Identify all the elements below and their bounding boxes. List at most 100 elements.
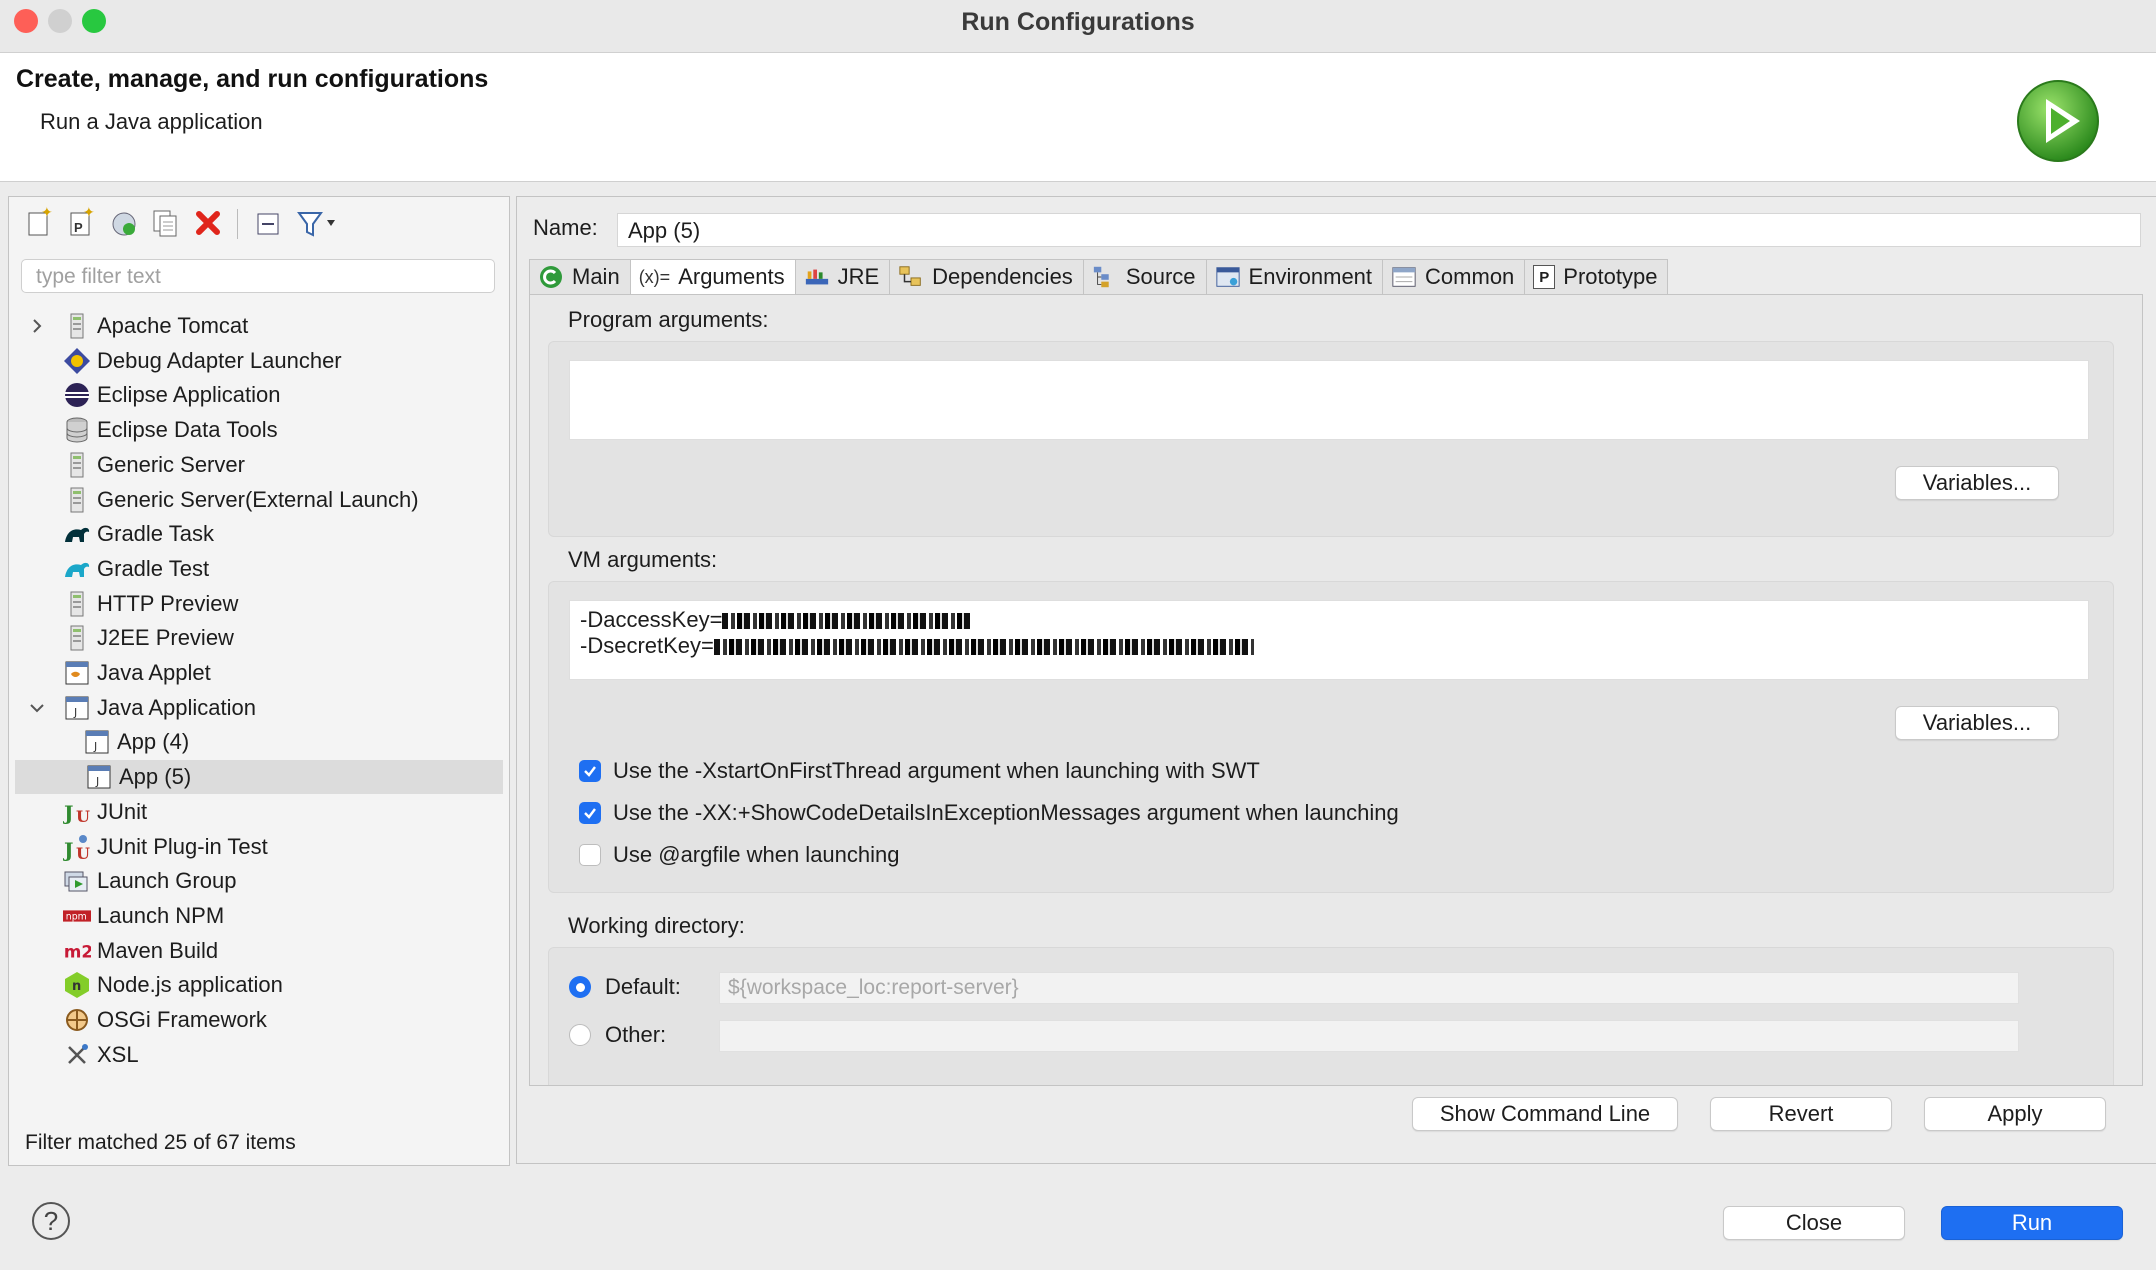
tree-item[interactable]: OSGi Framework [63, 1003, 267, 1037]
delete-icon[interactable] [191, 205, 225, 241]
config-editor-panel: Name: App (5) Main (x)= Arguments JRE Depend… [516, 196, 2156, 1164]
redacted-value [722, 613, 973, 630]
tree-item-label: App (5) [119, 764, 192, 790]
tree-item[interactable]: XSL [63, 1038, 139, 1072]
other-dir-input[interactable] [719, 1020, 2019, 1052]
chevron-right-icon[interactable] [27, 316, 47, 336]
tab-arguments[interactable]: (x)= Arguments [629, 259, 795, 295]
server-icon [63, 451, 91, 479]
checkbox-start-on-first-thread[interactable]: Use the -XstartOnFirstThread argument wh… [579, 756, 1260, 786]
tree-item[interactable]: Launch Group [63, 864, 236, 898]
server-icon [63, 486, 91, 514]
tree-item-label: Debug Adapter Launcher [97, 347, 342, 373]
tree-item[interactable]: Generic Server [63, 448, 245, 482]
tree-item[interactable]: J Java Application [63, 691, 256, 725]
svg-text:U: U [76, 844, 90, 861]
tree-item-label: Node.js application [97, 972, 283, 998]
source-icon [1092, 264, 1118, 290]
run-logo-icon [2017, 80, 2099, 162]
checkbox-checked[interactable] [579, 802, 601, 824]
new-config-icon[interactable]: ✦ [23, 205, 57, 241]
filter-icon[interactable] [293, 205, 339, 241]
tab-dependencies[interactable]: Dependencies [889, 259, 1083, 295]
checkbox-argfile[interactable]: Use @argfile when launching [579, 840, 900, 870]
collapse-all-icon[interactable] [251, 205, 285, 241]
duplicate-icon[interactable] [149, 205, 183, 241]
tree-item[interactable]: J App (4) [83, 725, 189, 759]
tree-item[interactable]: J U JUnit [63, 795, 147, 829]
vm-variables-button[interactable]: Variables... [1895, 706, 2059, 740]
tab-label: JRE [837, 264, 880, 289]
radio-label: Default: [605, 974, 681, 999]
tree-item[interactable]: J App (5) [15, 760, 503, 795]
radio-selected[interactable] [569, 976, 591, 998]
tree-item[interactable]: n Node.js application [63, 968, 283, 1002]
tree-item-label: Generic Server(External Launch) [97, 486, 419, 512]
filter-input[interactable]: type filter text [21, 259, 495, 293]
tree-item[interactable]: Eclipse Application [63, 378, 280, 412]
checkbox-show-code-details[interactable]: Use the -XX:+ShowCodeDetailsInExceptionM… [579, 798, 1399, 828]
run-button[interactable]: Run [1941, 1206, 2123, 1240]
vm-args-label: VM arguments: [568, 547, 718, 572]
help-button[interactable]: ? [32, 1202, 70, 1240]
nodejs-icon: n [63, 971, 91, 999]
window-title: Run Configurations [961, 8, 1195, 36]
tree-item-label: OSGi Framework [97, 1007, 267, 1032]
svg-text:J: J [63, 801, 73, 825]
tree-item[interactable]: Java Applet [63, 656, 211, 690]
npm-icon: npm [63, 902, 91, 930]
tree-item[interactable]: Debug Adapter Launcher [63, 344, 342, 378]
revert-button[interactable]: Revert [1710, 1097, 1892, 1131]
checkbox-unchecked[interactable] [579, 844, 601, 866]
close-button[interactable]: Close [1723, 1206, 1905, 1240]
tab-label: Arguments [678, 264, 785, 289]
tab-environment[interactable]: Environment [1205, 259, 1383, 295]
working-dir-label: Working directory: [568, 913, 745, 938]
tree-item[interactable]: J2EE Preview [63, 621, 234, 655]
tree-item[interactable]: HTTP Preview [63, 587, 238, 621]
junit-icon: JU [63, 798, 91, 826]
svg-text:J: J [95, 775, 99, 788]
vm-args-textarea[interactable]: -DaccessKey= -DsecretKey= [569, 600, 2089, 680]
radio-other[interactable]: Other: [569, 1020, 666, 1050]
svg-text:npm: npm [66, 912, 87, 923]
apply-button[interactable]: Apply [1924, 1097, 2106, 1131]
tab-main[interactable]: Main [529, 259, 630, 295]
tab-source[interactable]: Source [1082, 259, 1206, 295]
tab-prototype[interactable]: P Prototype [1524, 259, 1669, 295]
checkbox-checked[interactable] [579, 760, 601, 782]
tree-item[interactable]: J U JUnit Plug-in Test [63, 830, 268, 864]
tree-item[interactable]: Apache Tomcat [63, 309, 248, 343]
environment-icon [1215, 264, 1241, 290]
program-args-textarea[interactable] [569, 360, 2089, 440]
tree-item[interactable]: Gradle Task [63, 517, 214, 551]
tree-item-label: Launch Group [97, 868, 237, 894]
config-list-panel: ✦ P ✦ type filter text Apache Tomcat Debug… [8, 196, 510, 1166]
program-variables-button[interactable]: Variables... [1895, 466, 2059, 500]
chevron-down-icon[interactable] [27, 698, 47, 718]
tree-item-label: App (4) [117, 729, 190, 755]
name-input[interactable]: App (5) [617, 213, 2141, 247]
gradle-icon [63, 520, 91, 548]
tree-item[interactable]: Eclipse Data Tools [63, 413, 278, 447]
radio-unselected[interactable] [569, 1024, 591, 1046]
show-command-line-button[interactable]: Show Command Line [1412, 1097, 1678, 1131]
header-title: Create, manage, and run configurations [16, 65, 489, 93]
radio-default[interactable]: Default: [569, 972, 681, 1002]
tree-item-label: Java Applet [97, 660, 211, 685]
prototype-icon: P [1533, 265, 1556, 289]
name-label: Name: [533, 215, 598, 240]
osgi-icon [63, 1006, 91, 1034]
export-icon[interactable] [107, 205, 141, 241]
tab-jre[interactable]: JRE [794, 259, 890, 295]
gradle-test-icon [63, 555, 91, 583]
java-app-icon: J [85, 763, 113, 791]
tree-item[interactable]: Generic Server(External Launch) [63, 483, 419, 517]
vm-arg-line-secret: -DsecretKey= [580, 633, 714, 658]
tab-common[interactable]: Common [1382, 259, 1525, 295]
tree-item[interactable]: Gradle Test [63, 552, 209, 586]
new-prototype-icon[interactable]: P✦ [65, 205, 99, 241]
tree-item[interactable]: m2 Maven Build [63, 934, 218, 968]
tree-item[interactable]: npm Launch NPM [63, 899, 224, 933]
redacted-value [713, 639, 1254, 656]
